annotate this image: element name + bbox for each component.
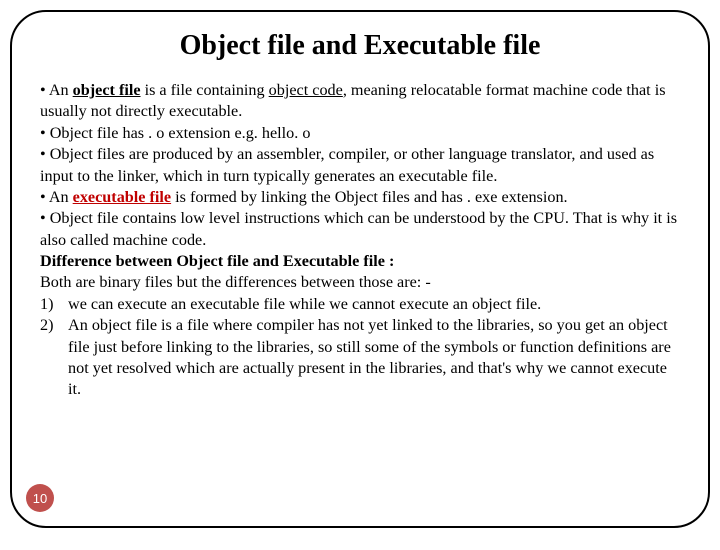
text: is a file containing — [141, 81, 269, 99]
list-text: we can execute an executable file while … — [68, 294, 680, 315]
text: • An — [40, 81, 73, 99]
slide-title: Object file and Executable file — [40, 30, 680, 62]
bullet-object-file: • An object file is a file containing ob… — [40, 80, 680, 123]
list-number: 1) — [40, 294, 68, 315]
term-executable-file: executable file — [73, 188, 171, 206]
bullet-produced-by: • Object files are produced by an assemb… — [40, 144, 680, 187]
text: is formed by linking the Object files an… — [171, 188, 568, 206]
difference-intro: Both are binary files but the difference… — [40, 272, 680, 293]
term-object-file: object file — [73, 81, 141, 99]
diff-item-2: 2) An object file is a file where compil… — [40, 315, 680, 401]
slide-frame: Object file and Executable file • An obj… — [10, 10, 710, 528]
diff-item-1: 1) we can execute an executable file whi… — [40, 294, 680, 315]
bullet-low-level: • Object file contains low level instruc… — [40, 208, 680, 251]
text: • An — [40, 188, 73, 206]
bullet-extension: • Object file has . o extension e.g. hel… — [40, 123, 680, 144]
page-number-badge: 10 — [26, 484, 54, 512]
list-number: 2) — [40, 315, 68, 401]
difference-heading: Difference between Object file and Execu… — [40, 251, 680, 272]
list-text: An object file is a file where compiler … — [68, 315, 680, 401]
term-object-code: object code — [269, 81, 343, 99]
bullet-executable-file: • An executable file is formed by linkin… — [40, 187, 680, 208]
slide-content: • An object file is a file containing ob… — [40, 80, 680, 401]
